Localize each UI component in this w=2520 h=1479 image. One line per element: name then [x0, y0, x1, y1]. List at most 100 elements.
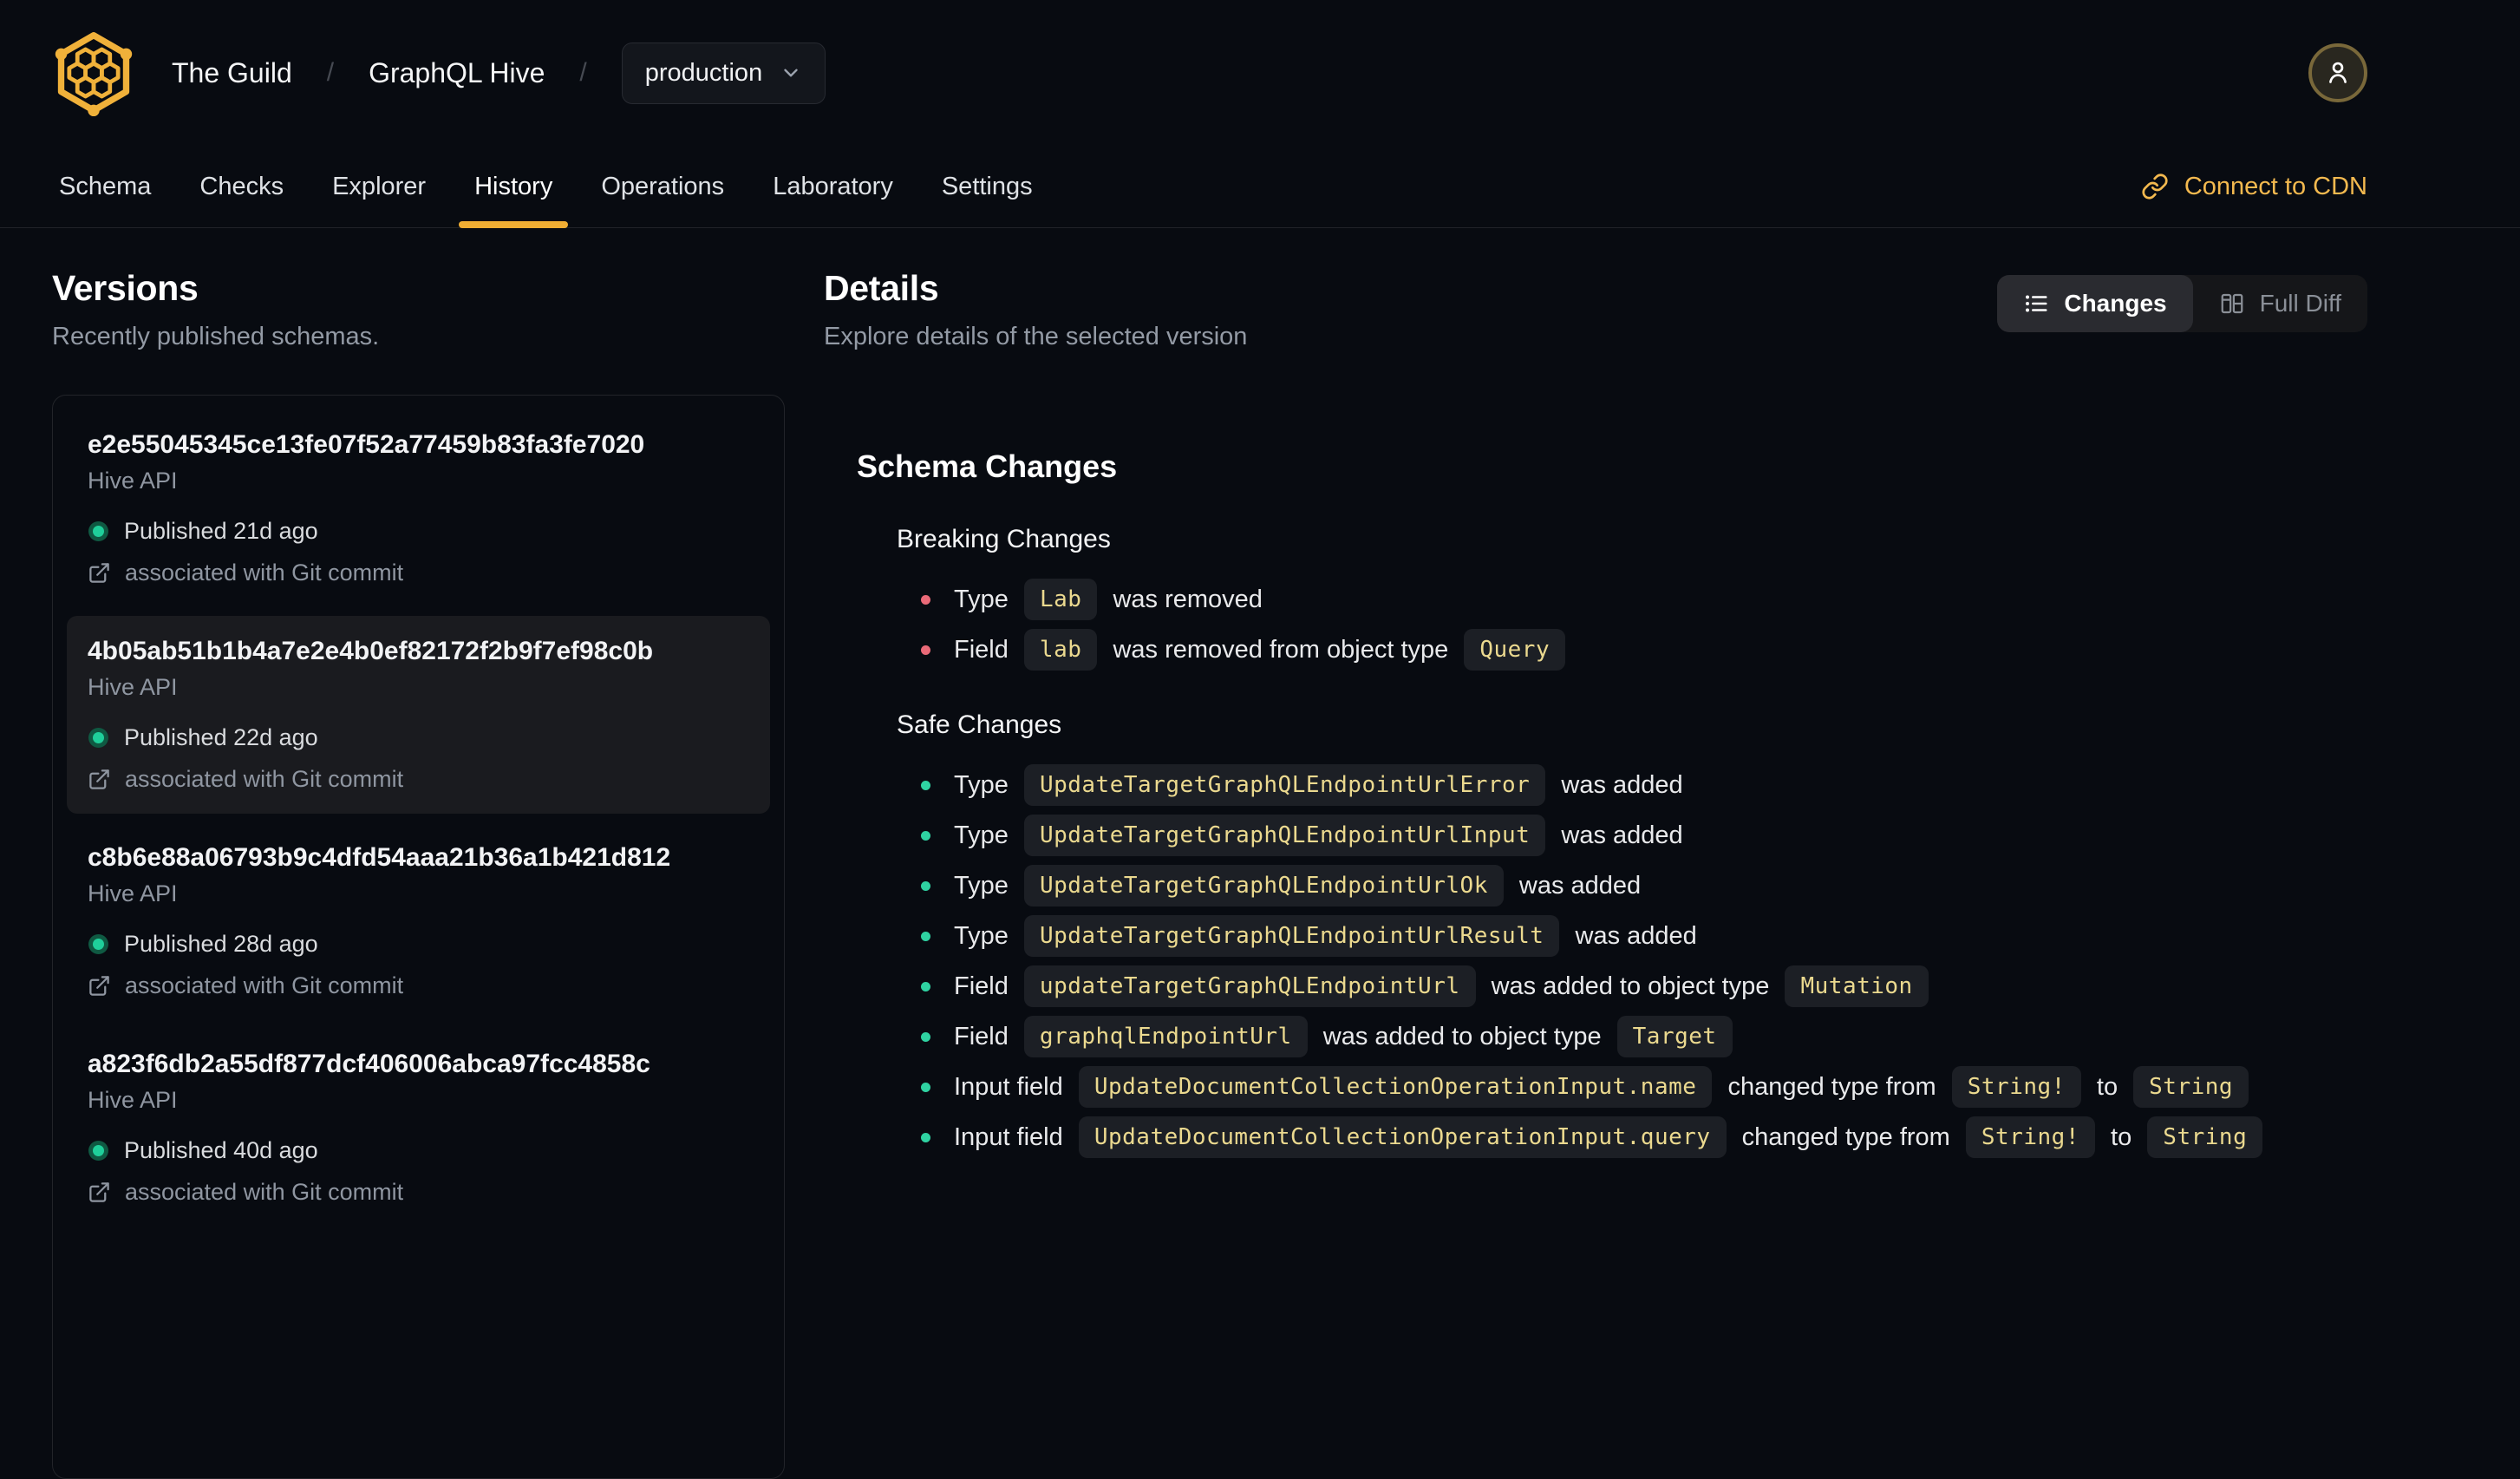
change-list: Type Lab was removed Field lab was remove… — [897, 579, 2367, 671]
connect-cdn-link[interactable]: Connect to CDN — [2141, 146, 2367, 227]
schema-changes-sections: Breaking Changes Type Lab was removed Fiel… — [857, 525, 2367, 1158]
app-header: The Guild / GraphQL Hive / production Sc… — [0, 0, 2520, 228]
tab-operations[interactable]: Operations — [577, 146, 748, 227]
tab-explorer[interactable]: Explorer — [308, 146, 450, 227]
code-badge: Lab — [1023, 579, 1098, 620]
version-service: Hive API — [88, 674, 178, 700]
tab-laboratory[interactable]: Laboratory — [748, 146, 917, 227]
version-service: Hive API — [88, 1087, 178, 1113]
published-status-dot — [93, 526, 104, 537]
change-text: Field — [954, 972, 1015, 1000]
version-list-item[interactable]: 4b05ab51b1b4a7e2e4b0ef82172f2b9f7ef98c0b… — [67, 616, 770, 814]
tab-bar: Schema Checks Explorer History Operations Lab… — [0, 146, 2520, 228]
details-header: Details Explore details of the selected … — [824, 268, 2367, 351]
external-link-icon — [88, 1181, 111, 1204]
split-columns-icon — [2219, 291, 2245, 317]
person-icon — [2322, 57, 2354, 88]
tab-settings[interactable]: Settings — [917, 146, 1057, 227]
change-section-title: Breaking Changes — [897, 525, 1111, 553]
tab-bar-tabs: Schema Checks Explorer History Operations Lab… — [35, 146, 1057, 228]
schema-changes-title: Schema Changes — [857, 448, 1118, 484]
breadcrumb-project[interactable]: GraphQL Hive — [369, 57, 545, 89]
user-avatar[interactable] — [2308, 43, 2367, 102]
code-badge: lab — [1023, 629, 1098, 671]
external-link-icon — [88, 974, 111, 998]
external-link-icon — [88, 768, 111, 791]
change-row: Field graphqlEndpointUrl was added to ob… — [897, 1016, 2367, 1057]
version-published-label: Published 22d ago — [124, 724, 318, 750]
change-text: was added to object type — [1315, 1022, 1609, 1050]
change-list: Type UpdateTargetGraphQLEndpointUrlError… — [897, 764, 2367, 1158]
code-badge: String — [2147, 1116, 2263, 1158]
target-selector[interactable]: production — [621, 42, 826, 104]
breadcrumb: The Guild / GraphQL Hive / production — [172, 42, 826, 104]
chevron-down-icon — [780, 62, 802, 84]
version-list-item[interactable]: e2e55045345ce13fe07f52a77459b83fa3fe7020… — [67, 409, 770, 607]
details-panel: Details Explore details of the selected … — [824, 268, 2367, 1167]
version-published-row: Published 40d ago — [88, 1137, 749, 1164]
details-title: Details — [824, 268, 939, 308]
change-text: Field — [954, 635, 1015, 664]
versions-panel: Versions Recently published schemas. e2e… — [52, 268, 785, 1479]
code-badge: UpdateTargetGraphQLEndpointUrlResult — [1023, 915, 1560, 957]
change-text: Type — [954, 871, 1015, 900]
code-badge: UpdateDocumentCollectionOperationInput.n… — [1078, 1066, 1713, 1108]
version-hash: a823f6db2a55df877dcf406006abca97fcc4858c — [88, 1050, 650, 1078]
changes-view-button[interactable]: Changes — [1997, 275, 2193, 332]
change-row: Field updateTargetGraphQLEndpointUrl was… — [897, 965, 2367, 1007]
change-text: was added — [1554, 770, 1683, 799]
change-section-safe: Safe Changes Type UpdateTargetGraphQLEndp… — [897, 710, 2367, 1158]
full-diff-view-button[interactable]: Full Diff — [2193, 275, 2367, 332]
version-git-row[interactable]: associated with Git commit — [88, 560, 749, 586]
change-text: was added — [1554, 821, 1683, 849]
versions-title: Versions — [52, 268, 199, 308]
code-badge: UpdateTargetGraphQLEndpointUrlError — [1023, 764, 1546, 806]
tab-schema[interactable]: Schema — [35, 146, 175, 227]
code-badge: graphqlEndpointUrl — [1023, 1016, 1308, 1057]
version-list-item[interactable]: a823f6db2a55df877dcf406006abca97fcc4858c… — [67, 1029, 770, 1227]
change-text: was added — [1511, 871, 1642, 900]
code-badge: UpdateTargetGraphQLEndpointUrlInput — [1023, 815, 1546, 856]
code-badge: Target — [1616, 1016, 1733, 1057]
version-published-label: Published 28d ago — [124, 931, 318, 957]
breadcrumb-separator: / — [326, 58, 335, 87]
change-text: was removed from object type — [1106, 635, 1456, 664]
change-text: Input field — [954, 1072, 1070, 1101]
version-published-row: Published 28d ago — [88, 931, 749, 958]
breadcrumb-org[interactable]: The Guild — [172, 57, 292, 89]
code-badge: Mutation — [1785, 965, 1929, 1007]
change-text: Type — [954, 921, 1015, 950]
version-list: e2e55045345ce13fe07f52a77459b83fa3fe7020… — [52, 395, 785, 1479]
code-badge: Query — [1464, 629, 1566, 671]
version-service: Hive API — [88, 468, 178, 494]
version-published-label: Published 21d ago — [124, 518, 318, 544]
version-git-label: associated with Git commit — [125, 1179, 404, 1205]
hive-logo-icon[interactable] — [49, 28, 139, 118]
version-git-row[interactable]: associated with Git commit — [88, 1179, 749, 1206]
version-service: Hive API — [88, 880, 178, 906]
change-text: changed type from — [1734, 1122, 1957, 1151]
change-text: changed type from — [1720, 1072, 1943, 1101]
version-git-label: associated with Git commit — [125, 766, 404, 792]
bulleted-list-icon — [2023, 291, 2049, 317]
change-text: Type — [954, 821, 1015, 849]
version-git-row[interactable]: associated with Git commit — [88, 972, 749, 999]
change-row: Type UpdateTargetGraphQLEndpointUrlInput… — [897, 815, 2367, 856]
change-text: was added to object type — [1484, 972, 1777, 1000]
change-row: Input field UpdateDocumentCollectionOper… — [897, 1116, 2367, 1158]
tab-history[interactable]: History — [450, 146, 577, 228]
main-content: Versions Recently published schemas. e2e… — [0, 228, 2520, 1479]
change-text: Input field — [954, 1122, 1070, 1151]
breadcrumb-separator: / — [579, 58, 587, 87]
header-top-row: The Guild / GraphQL Hive / production — [0, 0, 2520, 146]
version-git-row[interactable]: associated with Git commit — [88, 766, 749, 793]
tab-checks[interactable]: Checks — [175, 146, 308, 227]
external-link-icon — [88, 561, 111, 585]
code-badge: UpdateDocumentCollectionOperationInput.q… — [1078, 1116, 1727, 1158]
target-selector-value: production — [644, 58, 763, 87]
published-status-dot — [93, 1145, 104, 1156]
change-row: Input field UpdateDocumentCollectionOper… — [897, 1066, 2367, 1108]
version-published-label: Published 40d ago — [124, 1137, 318, 1163]
version-list-item[interactable]: c8b6e88a06793b9c4dfd54aaa21b36a1b421d812… — [67, 822, 770, 1020]
code-badge: String! — [1965, 1116, 2095, 1158]
